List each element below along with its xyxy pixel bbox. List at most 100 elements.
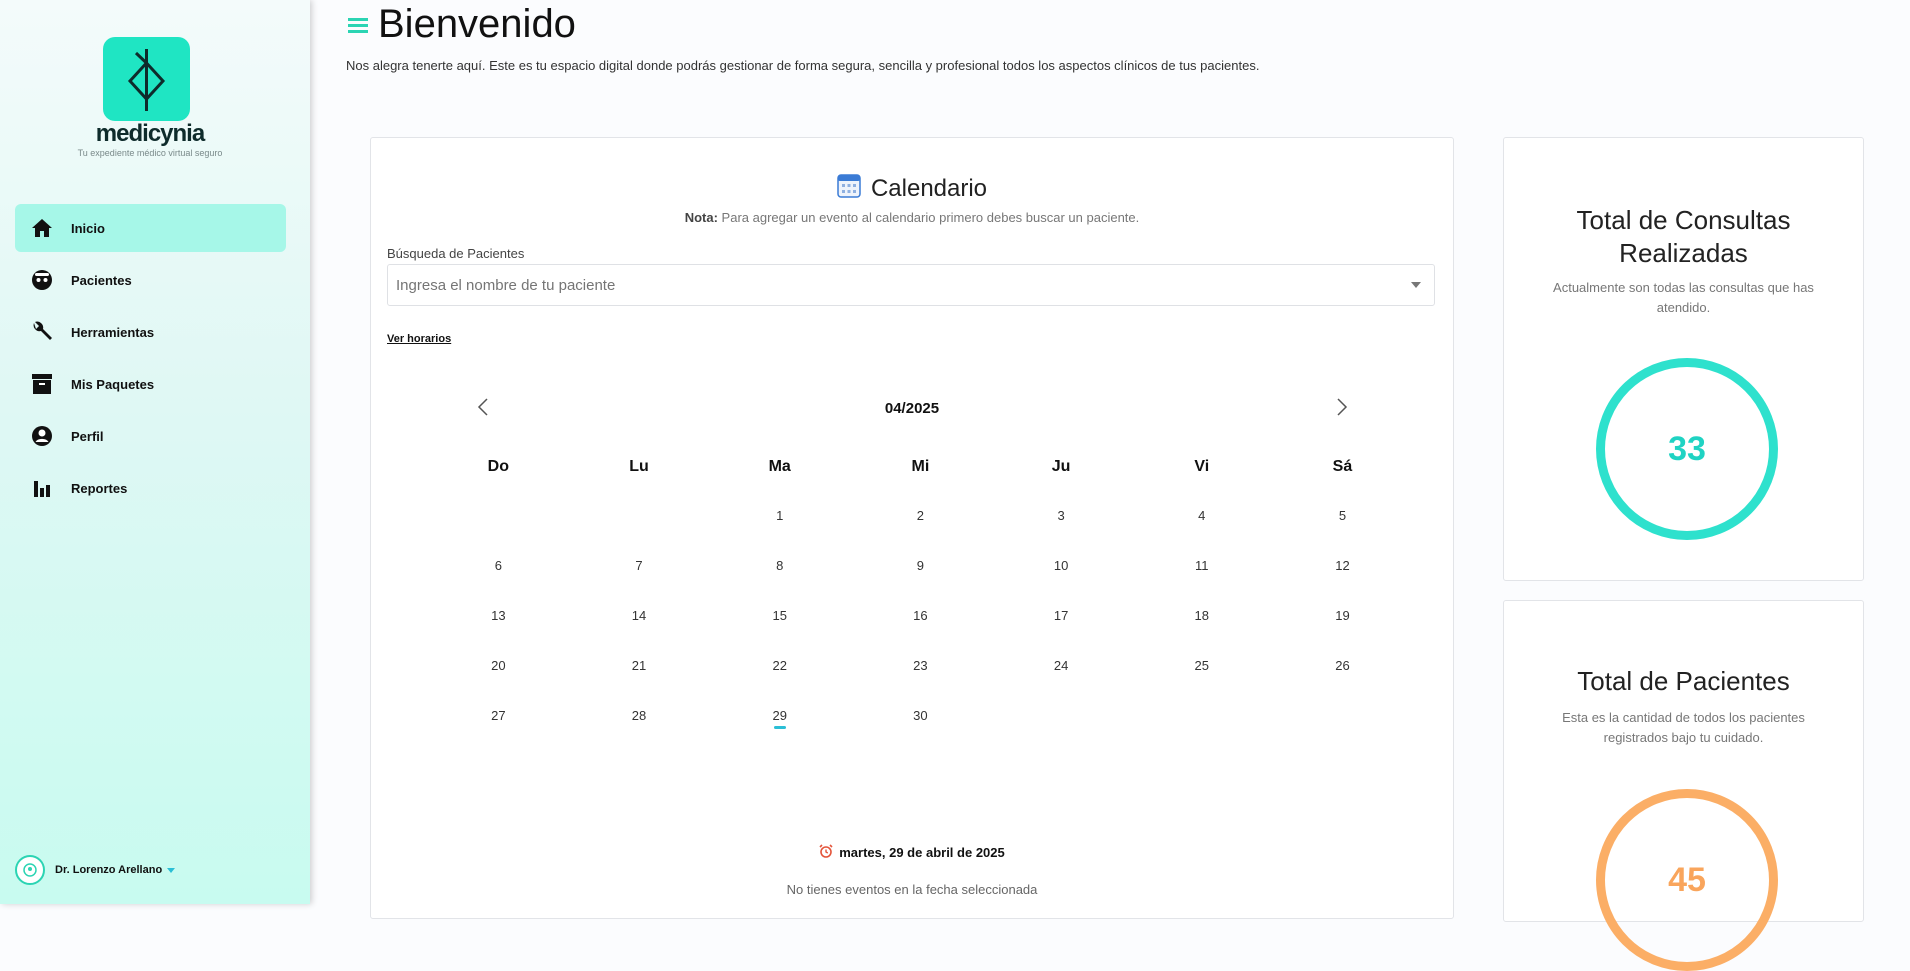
event-marker: [773, 725, 786, 729]
calendar-day[interactable]: 1: [709, 508, 850, 523]
calendar-day[interactable]: 8: [709, 558, 850, 573]
calendar-day[interactable]: 27: [428, 708, 569, 723]
next-month-button[interactable]: [1336, 398, 1348, 421]
consultations-title-line1: Total de Consultas: [1576, 205, 1791, 235]
calendar-day-number: 26: [1335, 657, 1350, 673]
user-menu[interactable]: Dr. Lorenzo Arellano: [15, 855, 176, 885]
brand-name: medicynia: [95, 120, 205, 147]
sidebar-item-pacientes[interactable]: Pacientes: [15, 256, 286, 304]
calendar-day[interactable]: 6: [428, 558, 569, 573]
sidebar-item-perfil[interactable]: Perfil: [15, 412, 286, 460]
calendar-day[interactable]: 28: [569, 708, 710, 723]
calendar-day[interactable]: 5: [1272, 508, 1413, 523]
calendar-day[interactable]: 12: [1272, 558, 1413, 573]
calendar-day[interactable]: 15: [709, 608, 850, 623]
sidebar-item-reportes[interactable]: Reportes: [15, 464, 286, 512]
sidebar-item-label: Pacientes: [71, 272, 132, 288]
calendar-day[interactable]: 18: [1131, 608, 1272, 623]
calendar-day[interactable]: 24: [991, 658, 1132, 673]
calendar-day-number: 30: [913, 707, 928, 723]
calendar-day[interactable]: 9: [850, 558, 991, 573]
calendar-note: Nota: Para agregar un evento al calendar…: [371, 210, 1453, 225]
brand-logo[interactable]: [103, 37, 190, 121]
calendar-day[interactable]: 19: [1272, 608, 1413, 623]
calendar-day-number: 10: [1053, 557, 1069, 573]
home-icon: [31, 217, 53, 239]
calendar-day[interactable]: 10: [991, 558, 1132, 573]
calendar-day-number: 18: [1194, 607, 1210, 623]
calendar-day[interactable]: 30: [850, 708, 991, 723]
patients-description: Esta es la cantidad de todos los pacient…: [1562, 710, 1805, 745]
calendar-day-number: 20: [491, 657, 506, 673]
calendar-day[interactable]: 16: [850, 608, 991, 623]
selected-date: martes, 29 de abril de 2025: [371, 844, 1453, 861]
calendar-header: Calendario: [371, 172, 1453, 205]
calendar-day[interactable]: 20: [428, 658, 569, 673]
calendar-day[interactable]: 13: [428, 608, 569, 623]
month-label: 04/2025: [884, 400, 940, 417]
weekday-label: Ma: [768, 458, 791, 475]
calendar-week-row: 20 21 22 23 24 25 26: [428, 640, 1413, 690]
sidebar-item-herramientas[interactable]: Herramientas: [15, 308, 286, 356]
view-schedule-link[interactable]: Ver horarios: [387, 333, 451, 345]
sidebar-item-mis-paquetes[interactable]: Mis Paquetes: [15, 360, 286, 408]
calendar-day-number: 2: [916, 507, 925, 523]
weekday-label: Lu: [629, 458, 649, 475]
calendar-week-row: 6 7 8 9 10 11 12: [428, 540, 1413, 590]
calendar-day-number: 12: [1335, 557, 1350, 573]
archive-icon: [31, 373, 53, 395]
calendar-day[interactable]: 14: [569, 608, 710, 623]
sidebar-item-label: Perfil: [71, 428, 104, 444]
no-events-message: No tienes eventos en la fecha selecciona…: [786, 882, 1038, 897]
calendar-day-number: 11: [1195, 557, 1209, 573]
calendar-day-number: 14: [631, 607, 647, 623]
calendar-week-row: 1 2 3 4 5: [428, 490, 1413, 540]
patients-title: Total de Pacientes: [1577, 666, 1790, 696]
weekday-label: Ju: [1051, 458, 1071, 475]
weekday-header-row: Do Lu Ma Mi Ju Vi Sá: [428, 444, 1413, 490]
user-name: Dr. Lorenzo Arellano: [55, 864, 163, 876]
note-label: Nota:: [684, 210, 718, 225]
calendar-card: Calendario Nota: Para agregar un evento …: [370, 137, 1454, 919]
calendar-day-number: 3: [1057, 507, 1065, 523]
wrench-icon: [31, 321, 53, 343]
calendar-day[interactable]: 25: [1131, 658, 1272, 673]
calendar-day-number: 24: [1053, 657, 1069, 673]
calendar-day-number: 1: [776, 507, 784, 523]
calendar-day[interactable]: 11: [1131, 558, 1272, 573]
page-title: Bienvenido: [378, 2, 576, 46]
calendar-day[interactable]: 4: [1131, 508, 1272, 523]
calendar-day[interactable]: 3: [991, 508, 1132, 523]
calendar-day[interactable]: 23: [850, 658, 991, 673]
calendar-day-number: 22: [772, 657, 787, 673]
hamburger-menu-icon[interactable]: [348, 17, 368, 38]
calendar-day[interactable]: 21: [569, 658, 710, 673]
calendar-day-number: 5: [1338, 507, 1347, 523]
sidebar-item-label: Mis Paquetes: [71, 376, 155, 392]
calendar-title: Calendario: [870, 174, 988, 202]
calendar-day-number: 6: [494, 557, 502, 573]
sidebar-item-inicio[interactable]: Inicio: [15, 204, 286, 252]
patients-count-ring: 45: [1596, 789, 1778, 971]
selected-date-text: martes, 29 de abril de 2025: [839, 845, 1005, 860]
patient-search-input[interactable]: [387, 264, 1435, 306]
calendar-day-number: 28: [631, 707, 647, 723]
chevron-down-icon[interactable]: [1411, 282, 1421, 288]
calendar-day[interactable]: 2: [850, 508, 991, 523]
calendar-day-number: 27: [491, 707, 506, 723]
calendar-day[interactable]: 17: [991, 608, 1132, 623]
calendar-day-number: 7: [635, 557, 643, 573]
calendar-day[interactable]: 26: [1272, 658, 1413, 673]
note-text: Para agregar un evento al calendario pri…: [717, 210, 1140, 225]
calendar-day-number: 23: [913, 657, 928, 673]
calendar-grid: Do Lu Ma Mi Ju Vi Sá 1 2 3 4 5 6 7 8 9 10 11 12 13 14…: [428, 444, 1413, 740]
weekday-label: Vi: [1194, 458, 1210, 475]
search-label: Búsqueda de Pacientes: [387, 246, 525, 261]
sidebar-item-label: Reportes: [71, 480, 128, 496]
calendar-day[interactable]: 22: [709, 658, 850, 673]
chevron-right-icon: [1337, 398, 1348, 416]
calendar-day[interactable]: 29: [709, 708, 850, 729]
calendar-day[interactable]: 7: [569, 558, 710, 573]
sidebar: medicynia Tu expediente médico virtual s…: [0, 0, 310, 904]
page-subtitle: Nos alegra tenerte aquí. Este es tu espa…: [346, 58, 1260, 73]
